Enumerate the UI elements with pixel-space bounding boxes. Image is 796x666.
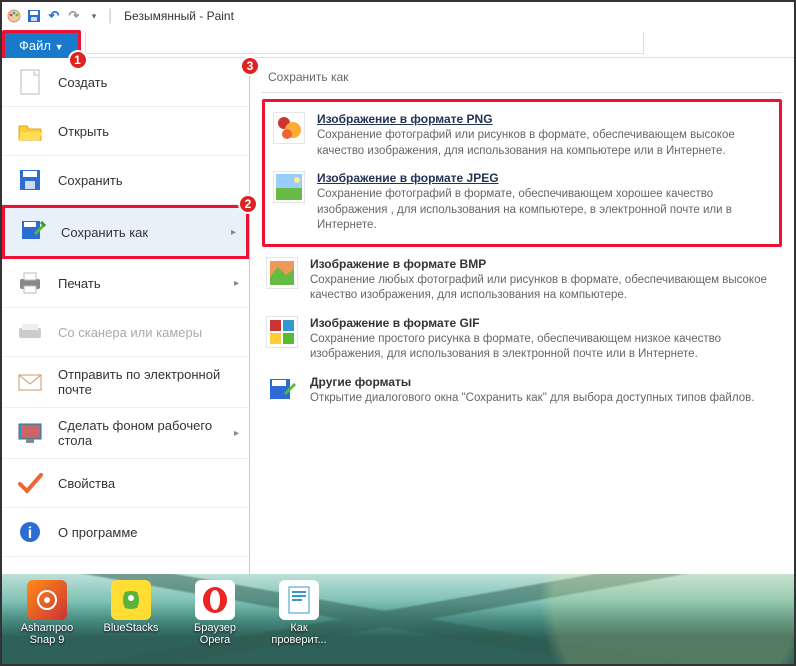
callout-badge-2: 2 xyxy=(238,194,258,214)
submenu-item-other[interactable]: Другие форматы Открытие диалогового окна … xyxy=(262,369,782,413)
menu-label: Печать xyxy=(58,276,101,291)
callout-badge-3: 3 xyxy=(240,56,260,76)
bluestacks-icon xyxy=(111,580,151,620)
menu-label: Сохранить xyxy=(58,173,123,188)
redo-icon[interactable]: ↷ xyxy=(66,8,82,24)
qat-palette-icon[interactable] xyxy=(6,8,22,24)
submenu-title-text: Изображение в формате JPEG xyxy=(317,171,771,185)
new-file-icon xyxy=(16,68,44,96)
menu-item-email[interactable]: Отправить по электронной почте xyxy=(2,357,249,408)
info-icon: i xyxy=(16,518,44,546)
ribbon-tabs: Файл ▼ 1 xyxy=(2,30,794,58)
gif-icon xyxy=(266,316,298,348)
menu-item-create[interactable]: Создать xyxy=(2,58,249,107)
ribbon-empty-area xyxy=(85,32,644,54)
save-icon[interactable] xyxy=(26,8,42,24)
menu-item-wallpaper[interactable]: Сделать фоном рабочего стола ▸ xyxy=(2,408,249,459)
chevron-right-icon: ▸ xyxy=(234,428,239,439)
menu-item-about[interactable]: i О программе xyxy=(2,508,249,557)
email-icon xyxy=(16,368,44,396)
svg-text:i: i xyxy=(28,525,32,542)
menu-label: Создать xyxy=(58,75,107,90)
checkmark-icon xyxy=(16,469,44,497)
save-disk-icon xyxy=(16,166,44,194)
menu-label: Сохранить как xyxy=(61,225,148,240)
submenu-heading: Сохранить как xyxy=(262,66,782,93)
desktop-icon-opera[interactable]: Браузер Opera xyxy=(182,580,248,646)
submenu-item-png[interactable]: Изображение в формате PNG Сохранение фото… xyxy=(269,106,775,165)
chevron-right-icon: ▸ xyxy=(231,227,236,238)
document-icon xyxy=(279,580,319,620)
submenu-desc: Сохранение простого рисунка в формате, о… xyxy=(310,332,778,363)
menu-item-save-as[interactable]: Сохранить как ▸ 2 xyxy=(2,205,249,259)
chevron-right-icon: ▸ xyxy=(234,278,239,289)
callout-badge-1: 1 xyxy=(68,50,88,70)
submenu-desc: Сохранение любых фотографий или рисунков… xyxy=(310,273,778,304)
window-title: Безымянный - Paint xyxy=(124,9,234,23)
desktop-label: BlueStacks xyxy=(103,622,158,634)
submenu-desc: Сохранение фотографий в формате, обеспеч… xyxy=(317,187,771,234)
submenu-item-jpeg[interactable]: Изображение в формате JPEG Сохранение фот… xyxy=(269,165,775,240)
menu-label: Со сканера или камеры xyxy=(58,325,202,340)
menu-label: Отправить по электронной почте xyxy=(58,367,235,397)
desktop-label: Браузер Opera xyxy=(182,622,248,646)
jpeg-icon xyxy=(273,171,305,203)
submenu-desc: Открытие диалогового окна "Сохранить как… xyxy=(310,391,754,407)
menu-item-scanner: Со сканера или камеры xyxy=(2,308,249,357)
menu-label: Открыть xyxy=(58,124,109,139)
desktop-icon-check[interactable]: Как проверит... xyxy=(266,580,332,646)
menu-item-open[interactable]: Открыть xyxy=(2,107,249,156)
submenu-title-text: Изображение в формате BMP xyxy=(310,257,778,271)
submenu-title-text: Изображение в формате PNG xyxy=(317,112,771,126)
desktop-background: Ashampoo Snap 9 BlueStacks Браузер Opera… xyxy=(2,574,794,664)
menu-item-properties[interactable]: Свойства xyxy=(2,459,249,508)
menu-item-save[interactable]: Сохранить xyxy=(2,156,249,205)
menu-label: Свойства xyxy=(58,476,115,491)
ashampoo-icon xyxy=(27,580,67,620)
save-as-icon xyxy=(19,218,47,246)
printer-icon xyxy=(16,269,44,297)
submenu-desc: Сохранение фотографий или рисунков в фор… xyxy=(317,128,771,159)
menu-label: Сделать фоном рабочего стола xyxy=(58,418,235,448)
submenu-title-text: Другие форматы xyxy=(310,375,754,389)
desktop-icon-bluestacks[interactable]: BlueStacks xyxy=(98,580,164,634)
scanner-icon xyxy=(16,318,44,346)
opera-icon xyxy=(195,580,235,620)
desktop-icon-ashampoo[interactable]: Ashampoo Snap 9 xyxy=(14,580,80,646)
menu-label: О программе xyxy=(58,525,138,540)
submenu-title-text: Изображение в формате GIF xyxy=(310,316,778,330)
submenu-item-gif[interactable]: Изображение в формате GIF Сохранение прос… xyxy=(262,310,782,369)
menu-item-print[interactable]: Печать ▸ xyxy=(2,259,249,308)
bmp-icon xyxy=(266,257,298,289)
desktop-icon xyxy=(16,419,44,447)
highlighted-formats-box: Изображение в формате PNG Сохранение фото… xyxy=(262,99,782,247)
desktop-label: Как проверит... xyxy=(266,622,332,646)
undo-icon[interactable]: ↶ xyxy=(46,8,62,24)
desktop-label: Ashampoo Snap 9 xyxy=(14,622,80,646)
file-tab[interactable]: Файл ▼ 1 xyxy=(2,30,81,61)
open-folder-icon xyxy=(16,117,44,145)
separator: | xyxy=(108,7,112,25)
title-bar: ↶ ↷ ▾ | Безымянный - Paint xyxy=(2,2,794,30)
qat-dropdown-icon[interactable]: ▾ xyxy=(86,8,102,24)
png-icon xyxy=(273,112,305,144)
other-formats-icon xyxy=(266,375,298,407)
submenu-item-bmp[interactable]: Изображение в формате BMP Сохранение любы… xyxy=(262,251,782,310)
